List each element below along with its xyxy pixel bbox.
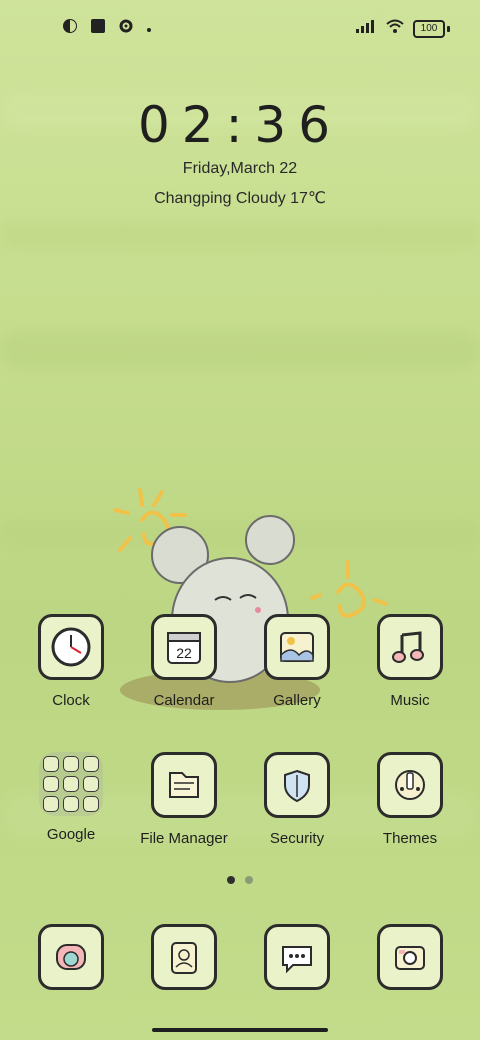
dock-contacts[interactable]: [129, 924, 239, 990]
app-calendar[interactable]: 22 Calendar: [129, 614, 239, 709]
moon-icon: [62, 18, 78, 39]
square-icon: [90, 18, 106, 39]
app-label: Google: [46, 826, 96, 843]
app-file-manager[interactable]: File Manager: [129, 752, 239, 847]
app-themes[interactable]: Themes: [355, 752, 465, 847]
dock-phone[interactable]: [16, 924, 126, 990]
app-label: File Manager: [140, 830, 228, 847]
folder-icon: [39, 752, 103, 816]
dot-icon: [146, 20, 152, 38]
clock-widget[interactable]: 02:36 Friday,March 22 Changping Cloudy 1…: [0, 96, 480, 208]
clock-date: Friday,March 22: [182, 160, 298, 177]
file-manager-icon: [151, 752, 217, 818]
contacts-icon: [151, 924, 217, 990]
app-gallery[interactable]: Gallery: [242, 614, 352, 709]
messages-icon: [264, 924, 330, 990]
app-music[interactable]: Music: [355, 614, 465, 709]
wifi-icon: [385, 18, 405, 39]
weather-text: Changping Cloudy 17℃: [154, 190, 326, 207]
calendar-day: 22: [176, 645, 192, 661]
gear-icon: [118, 18, 134, 39]
clock-icon: [38, 614, 104, 680]
phone-icon: [38, 924, 104, 990]
app-label: Clock: [52, 692, 90, 709]
app-row-2: Google File Manager Security Themes: [0, 752, 480, 872]
app-security[interactable]: Security: [242, 752, 352, 847]
battery-level: 100: [413, 19, 445, 38]
dock-camera[interactable]: [355, 924, 465, 990]
app-clock[interactable]: Clock: [16, 614, 126, 709]
camera-icon: [377, 924, 443, 990]
bg-wash: [0, 220, 480, 250]
app-row-1: Clock 22 Calendar Gallery Music: [0, 614, 480, 734]
page-dot-active[interactable]: [227, 876, 235, 884]
app-label: Calendar: [153, 692, 215, 709]
themes-icon: [377, 752, 443, 818]
app-label: Gallery: [273, 692, 321, 709]
bg-wash: [0, 330, 480, 370]
page-indicator[interactable]: [0, 876, 480, 884]
music-icon: [377, 614, 443, 680]
status-bar: 100: [0, 0, 480, 56]
signal-icon: [355, 18, 377, 39]
app-label: Security: [269, 830, 325, 847]
dock-messages[interactable]: [242, 924, 352, 990]
app-label: Themes: [382, 830, 438, 847]
clock-time: 02:36: [137, 96, 343, 154]
home-indicator[interactable]: [152, 1028, 328, 1032]
gallery-icon: [264, 614, 330, 680]
app-label: Music: [390, 692, 430, 709]
calendar-icon: 22: [151, 614, 217, 680]
shield-icon: [264, 752, 330, 818]
dock: [0, 924, 480, 990]
page-dot[interactable]: [245, 876, 253, 884]
app-google-folder[interactable]: Google: [16, 752, 126, 843]
battery-icon: 100: [413, 19, 450, 38]
